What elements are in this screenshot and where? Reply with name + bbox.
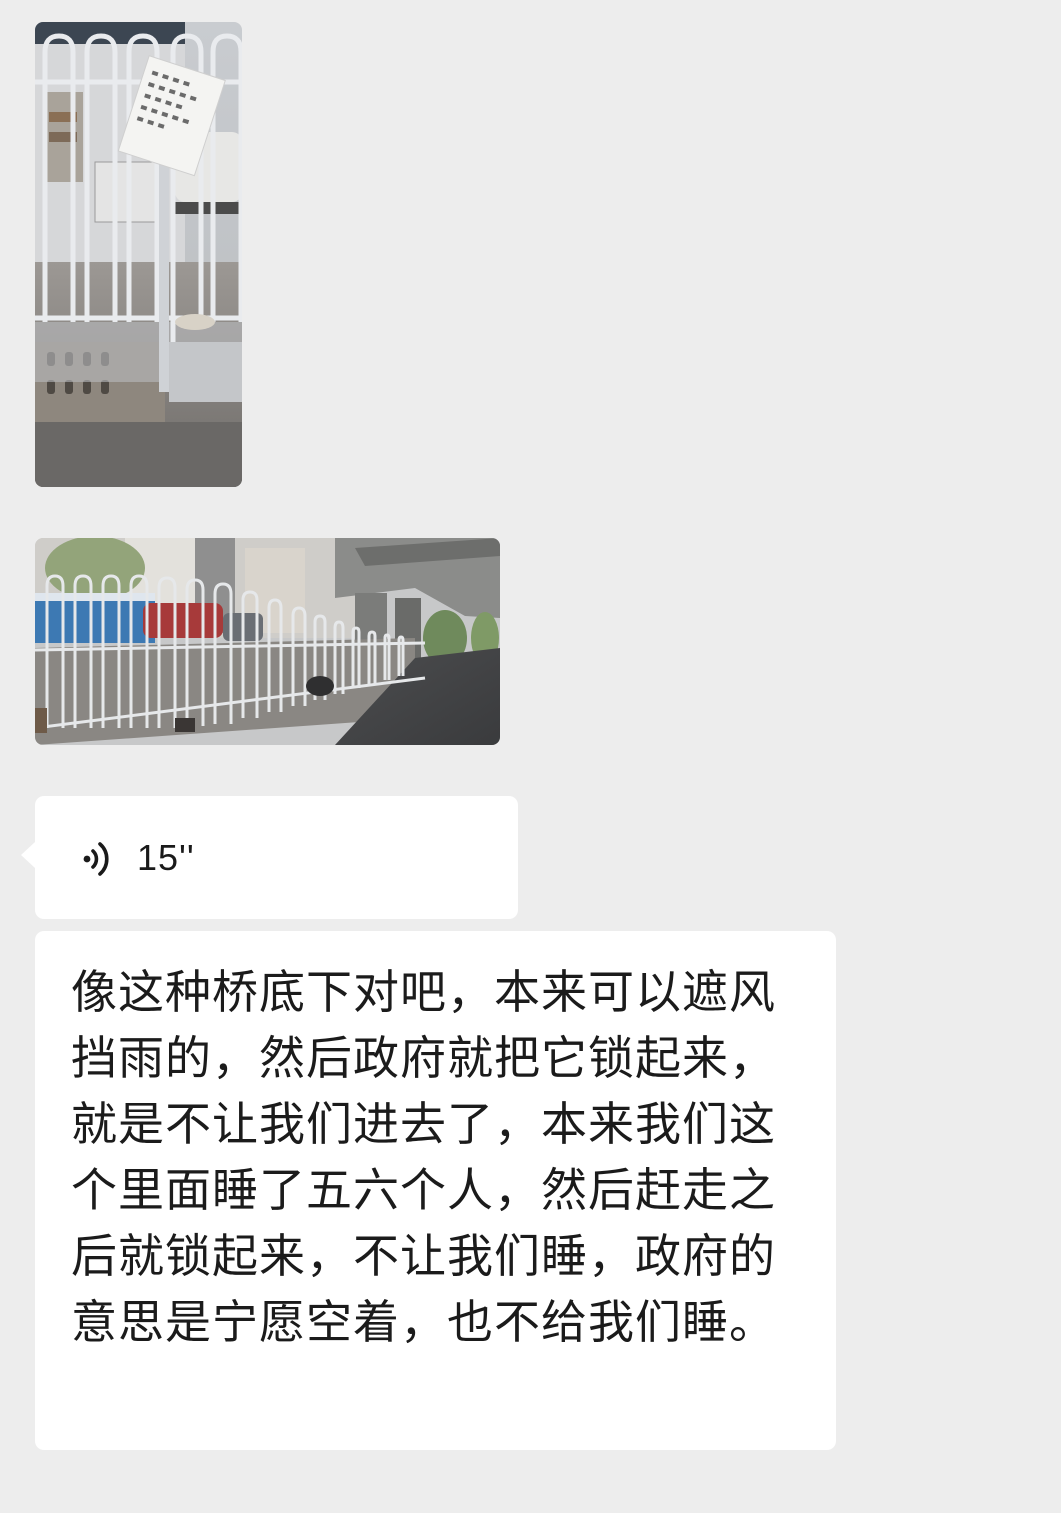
image-message-bridge[interactable] [35,538,500,745]
voice-duration: 15'' [137,837,195,878]
bubble-tail [21,842,35,868]
gate-photo-image [35,22,242,487]
image-message-gate[interactable] [35,22,242,487]
message-text: 像这种桥底下对吧，本来可以遮风挡雨的，然后政府就把它锁起来，就是不让我们进去了，… [71,965,776,1349]
voice-wave-icon [83,842,109,876]
voice-message-bubble[interactable]: 15'' [21,796,518,919]
bridge-photo-image [35,538,500,745]
text-message-bubble[interactable]: 像这种桥底下对吧，本来可以遮风挡雨的，然后政府就把它锁起来，就是不让我们进去了，… [35,931,836,1450]
